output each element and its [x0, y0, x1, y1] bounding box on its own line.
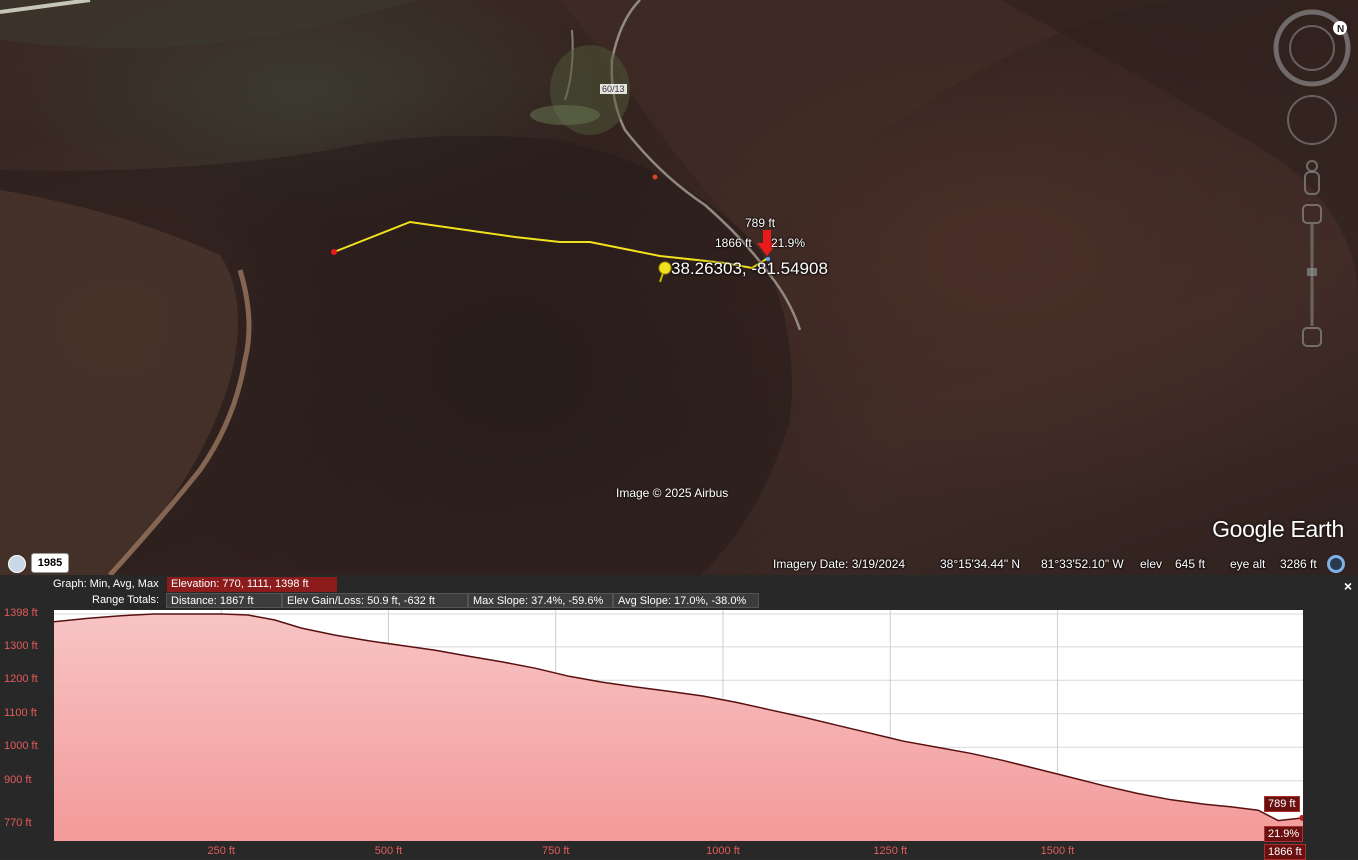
elev-label: elev: [1140, 557, 1163, 571]
x-tick-label: 250 ft: [207, 845, 235, 857]
range-totals-label: Range Totals:: [92, 594, 160, 606]
cursor-distance-tag: 1866 ft: [1264, 844, 1306, 860]
navigation-controls[interactable]: N: [1270, 8, 1354, 353]
avg-slope-stat: Avg Slope: 17.0%, -38.0%: [613, 593, 759, 608]
x-tick-label: 1500 ft: [1040, 845, 1075, 857]
cursor-slope-label: 21.9%: [771, 236, 806, 250]
cursor-slope-tag: 21.9%: [1264, 826, 1304, 842]
y-tick-label: 1300 ft: [4, 639, 38, 652]
elevation-area: [54, 614, 1303, 841]
svg-text:N: N: [1337, 24, 1344, 35]
status-bar: Imagery Date: 3/19/2024 38°15'34.44" N 8…: [0, 553, 1358, 575]
y-tick-label: 1000 ft: [4, 740, 38, 753]
google-earth-logo: Google Earth: [1212, 516, 1344, 542]
y-tick-label: 1100 ft: [4, 706, 37, 719]
globe-icon[interactable]: [1327, 555, 1345, 573]
zoom-slider-icon[interactable]: [1302, 204, 1322, 347]
y-tick-label: 1200 ft: [4, 673, 38, 686]
map-view[interactable]: 60/13 789 ft 1866 ft 21.9% 38.26303, -81…: [0, 0, 1358, 575]
look-joystick-icon[interactable]: [1287, 95, 1337, 145]
eye-alt-label: eye alt: [1230, 557, 1266, 571]
graph-label: Graph: Min, Avg, Max: [53, 578, 159, 590]
x-tick-label: 1000 ft: [706, 845, 740, 857]
close-profile-button[interactable]: ×: [1344, 578, 1352, 594]
x-tick-label: 750 ft: [541, 845, 570, 857]
placemark-coordinates[interactable]: 38.26303, -81.54908: [671, 259, 828, 279]
max-slope-stat: Max Slope: 37.4%, -59.6%: [468, 593, 613, 608]
imagery-date: Imagery Date: 3/19/2024: [773, 557, 906, 571]
cursor-elevation-label: 789 ft: [745, 216, 776, 230]
path-start-marker: [331, 249, 337, 255]
y-tick-label: 1398 ft: [4, 607, 38, 620]
distance-stat: Distance: 1867 ft: [166, 593, 282, 608]
y-tick-label: 770 ft: [4, 817, 32, 830]
longitude-readout: 81°33'52.10" W: [1041, 557, 1124, 571]
y-tick-label: 900 ft: [4, 773, 32, 786]
elevation-profile-panel: Graph: Min, Avg, Max Elevation: 770, 111…: [0, 575, 1358, 860]
pegman-icon[interactable]: [1304, 160, 1320, 195]
elevation-stats: Elevation: 770, 1111, 1398 ft: [167, 577, 337, 592]
latitude-readout: 38°15'34.44" N: [940, 557, 1021, 571]
elevation-chart-svg[interactable]: [53, 610, 1306, 841]
imagery-copyright: Image © 2025 Airbus: [616, 486, 729, 500]
elev-gain-loss-stat: Elev Gain/Loss: 50.9 ft, -632 ft: [282, 593, 468, 608]
road-shield: 60/13: [600, 84, 627, 94]
x-tick-label: 500 ft: [374, 845, 403, 857]
compass-icon[interactable]: N: [1273, 9, 1351, 87]
elev-value: 645 ft: [1175, 557, 1206, 571]
elevation-chart[interactable]: [53, 610, 1306, 841]
x-tick-label: 1250 ft: [873, 845, 908, 857]
eye-alt-value: 3286 ft: [1280, 557, 1317, 571]
cursor-distance-label: 1866 ft: [715, 236, 752, 250]
cursor-elevation-tag: 789 ft: [1264, 796, 1300, 812]
